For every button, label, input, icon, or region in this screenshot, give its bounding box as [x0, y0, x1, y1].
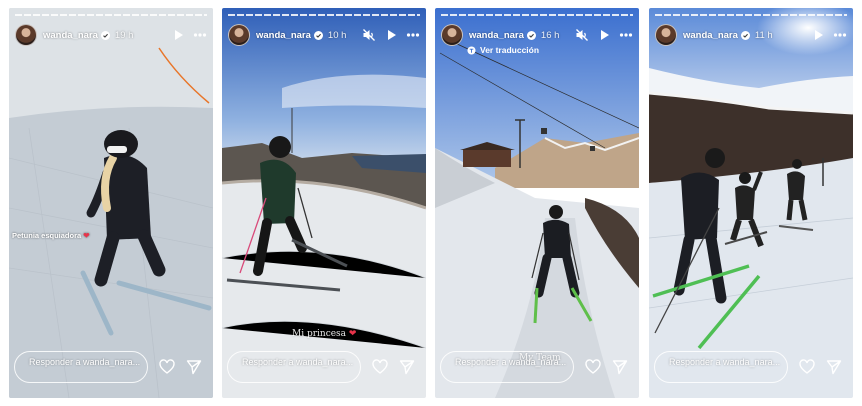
play-icon[interactable] — [384, 28, 398, 42]
story-card-1[interactable]: wanda_nara 19 h Petunia esquiadora ❤ Res… — [9, 8, 213, 398]
post-time: 11 h — [754, 29, 773, 41]
post-time: 10 h — [327, 29, 347, 41]
avatar[interactable] — [228, 24, 250, 46]
more-icon[interactable] — [619, 28, 633, 42]
post-time: 19 h — [114, 29, 134, 41]
avatar[interactable] — [15, 24, 37, 46]
mute-icon[interactable] — [362, 28, 376, 42]
heart-icon[interactable] — [159, 359, 175, 375]
reply-bar: Responder a wanda_nara... — [227, 349, 421, 385]
username[interactable]: wanda_nara — [43, 30, 98, 41]
story-card-2[interactable]: wanda_nara 10 h Mi princesa ❤ Responder … — [222, 8, 426, 398]
more-icon[interactable] — [833, 28, 847, 42]
reply-input[interactable]: Responder a wanda_nara... — [440, 351, 574, 383]
progress-bars — [655, 14, 847, 16]
progress-bars — [228, 14, 420, 16]
heart-icon[interactable] — [372, 359, 388, 375]
reply-input[interactable]: Responder a wanda_nara... — [227, 351, 361, 383]
story-photo-4 — [649, 8, 853, 398]
send-icon[interactable] — [186, 359, 202, 375]
translate-icon — [467, 45, 476, 55]
story-header: wanda_nara 19 h — [15, 23, 207, 47]
post-time: 16 h — [540, 29, 560, 41]
avatar[interactable] — [655, 24, 677, 46]
mute-icon[interactable] — [575, 28, 589, 42]
reply-bar: Responder a wanda_nara... — [654, 349, 848, 385]
verified-icon — [313, 30, 323, 40]
verified-icon — [100, 30, 110, 40]
story-header: wanda_nara 10 h — [228, 23, 420, 47]
progress-bars — [15, 14, 207, 16]
username[interactable]: wanda_nara — [683, 30, 738, 41]
reply-input[interactable]: Responder a wanda_nara... — [654, 351, 788, 383]
avatar[interactable] — [441, 24, 463, 46]
translate-link[interactable]: Ver traducción — [467, 45, 539, 55]
story-card-3[interactable]: wanda_nara 16 h Ver traducción My Team R… — [435, 8, 639, 398]
caption-sticker: Petunia esquiadora ❤ — [12, 231, 90, 240]
send-icon[interactable] — [826, 359, 842, 375]
send-icon[interactable] — [612, 359, 628, 375]
heart-icon[interactable] — [799, 359, 815, 375]
story-header: wanda_nara 16 h — [441, 23, 633, 47]
more-icon[interactable] — [193, 28, 207, 42]
username[interactable]: wanda_nara — [256, 30, 311, 41]
story-photo-2 — [222, 8, 426, 398]
send-icon[interactable] — [399, 359, 415, 375]
heart-icon[interactable] — [585, 359, 601, 375]
story-photo-1 — [9, 8, 213, 398]
more-icon[interactable] — [406, 28, 420, 42]
reply-input[interactable]: Responder a wanda_nara... — [14, 351, 148, 383]
verified-icon — [740, 30, 750, 40]
translate-label: Ver traducción — [480, 45, 540, 55]
reply-bar: Responder a wanda_nara... — [14, 349, 208, 385]
progress-bars — [441, 14, 633, 16]
play-icon[interactable] — [597, 28, 611, 42]
play-icon[interactable] — [811, 28, 825, 42]
caption-handwritten: Mi princesa ❤ — [292, 329, 357, 339]
play-icon[interactable] — [171, 28, 185, 42]
story-header: wanda_nara 11 h — [655, 23, 847, 47]
reply-bar: Responder a wanda_nara... — [440, 349, 634, 385]
story-card-4[interactable]: wanda_nara 11 h Responder a wanda_nara..… — [649, 8, 853, 398]
story-photo-3 — [435, 8, 639, 398]
username[interactable]: wanda_nara — [469, 30, 524, 41]
verified-icon — [526, 30, 536, 40]
